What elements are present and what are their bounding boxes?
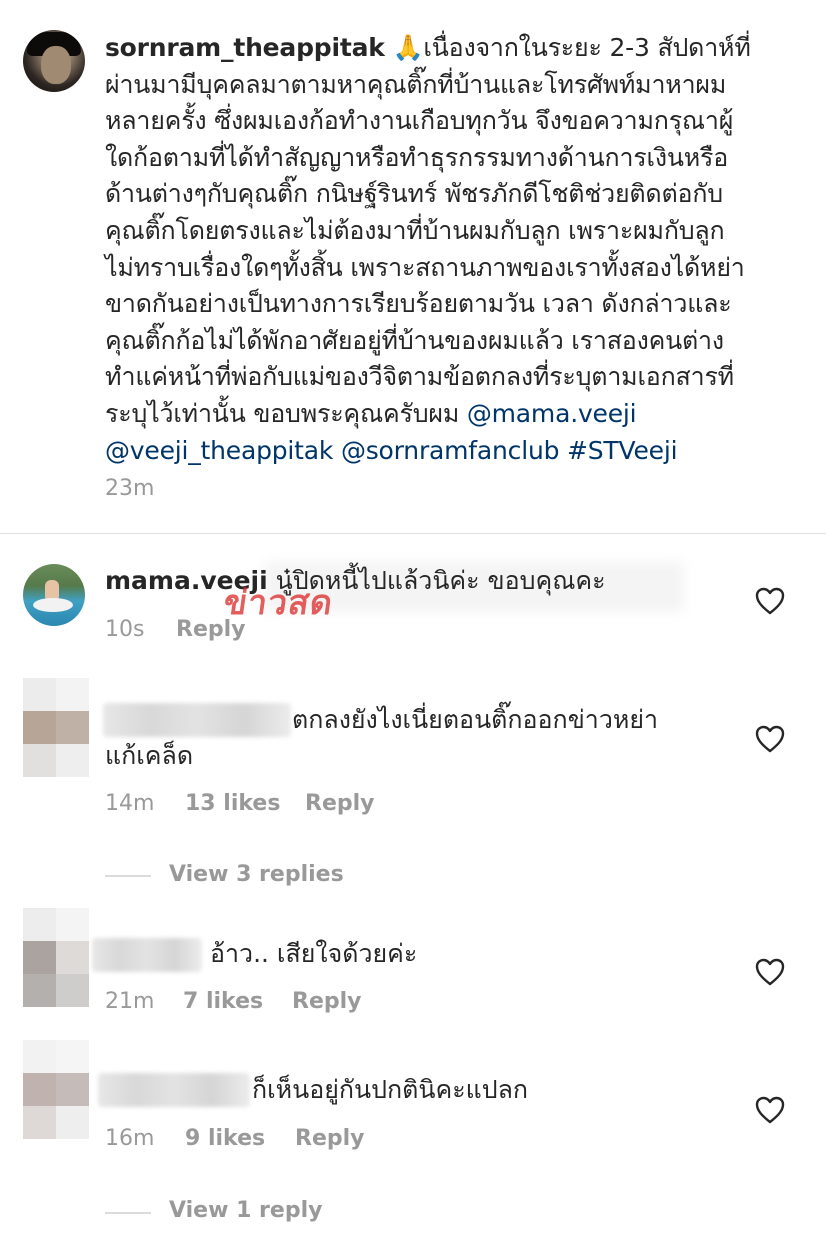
caption-line-8: ขาดกันอย่างเป็นทางการเรียบร้อยตามวัน เวล… — [105, 289, 732, 319]
caption-line-11: ระบุไว้เท่านั้น ขอบพระคุณครับผม — [105, 398, 460, 428]
caption-line-5: ด้านต่างๆกับคุณติ๊ก กนิษฐ์รินทร์ พัชรภัก… — [105, 179, 723, 209]
post-caption: sornram_theappitak 🙏เนื่องจากในระยะ 2-3 … — [105, 30, 805, 469]
comment-2-time: 14m — [105, 791, 155, 816]
caption-line-6: คุณติ๊กโดยตรงและไม่ต้องมาที่บ้านผมกับลูก… — [105, 215, 725, 245]
comment-3-heart-icon[interactable] — [755, 958, 785, 986]
comment-4-time: 16m — [105, 1126, 155, 1151]
avatar-censored-4[interactable] — [23, 1040, 89, 1139]
comment-2-text-line2: แก้เคล็ด — [105, 741, 194, 770]
comment-3-username-censored — [92, 938, 202, 972]
mention-sornramfanclub[interactable]: @sornramfanclub — [341, 436, 560, 465]
comment-3-reply-button[interactable]: Reply — [292, 989, 362, 1014]
caption-line-7: ไม่ทราบเรื่องใดๆทั้งสิ้น เพราะสถานภาพของ… — [105, 252, 745, 282]
comment-2-username-censored — [103, 703, 291, 737]
caption-username[interactable]: sornram_theappitak — [105, 33, 385, 62]
view-replies-line-4 — [105, 1212, 151, 1214]
caption-line-3: หลายครั้ง ซึ่งผมเองก้อทำงานเกือบทุกวัน จ… — [105, 106, 734, 136]
avatar-sornram[interactable] — [23, 30, 85, 92]
comment-1: mama.veeji นู๋ปิดหนี้ไปแล้วนิค่ะ ขอบคุณค… — [105, 563, 606, 599]
avatar-censored-2[interactable] — [23, 678, 89, 777]
comment-1-heart-icon[interactable] — [755, 587, 785, 615]
post-timestamp: 23m — [105, 476, 155, 501]
view-replies-button-4[interactable]: View 1 reply — [169, 1198, 322, 1223]
view-replies-line-2 — [105, 875, 151, 877]
comment-4-text: ก็เห็นอยู่กันปกตินิคะแปลก — [252, 1075, 529, 1104]
caption-line-9: คุณติ๊กก้อไม่ได้พักอาศัยอยู่ที่บ้านของผม… — [105, 325, 724, 355]
caption-line-1: เนื่องจากในระยะ 2-3 สัปดาห์ที่ — [423, 33, 751, 62]
comment-1-time: 10s — [105, 617, 145, 642]
comment-4-heart-icon[interactable] — [755, 1096, 785, 1124]
avatar-face — [41, 46, 71, 84]
mention-veeji-theappitak[interactable]: @veeji_theappitak — [105, 436, 333, 465]
comment-2-heart-icon[interactable] — [755, 725, 785, 753]
comment-2-likes[interactable]: 13 likes — [185, 791, 280, 816]
comment-1-reply-button[interactable]: Reply — [176, 617, 246, 642]
view-replies-button-2[interactable]: View 3 replies — [169, 862, 344, 887]
avatar-censored-3[interactable] — [23, 908, 89, 1007]
comment-3-time: 21m — [105, 989, 155, 1014]
comment-3-text: อ้าว.. เสียใจด้วยค่ะ — [210, 939, 418, 968]
caption-line-2: ผ่านมามีบุคคลมาตามหาคุณติ๊กที่บ้านและโทร… — [105, 69, 727, 99]
mention-mama-veeji[interactable]: @mama.veeji — [467, 399, 637, 428]
hashtag-stveeji[interactable]: #STVeeji — [567, 436, 678, 465]
comment-3-likes[interactable]: 7 likes — [183, 989, 263, 1014]
avatar-pool-float — [33, 598, 73, 612]
caption-line-4: ใดก้อตามที่ได้ทำสัญญาหรือทำธุรกรรมทางด้า… — [105, 142, 729, 172]
comment-2-text-line1: ตกลงยังไงเนี่ยตอนติ๊กออกข่าวหย่า — [292, 705, 659, 734]
comment-2-reply-button[interactable]: Reply — [305, 791, 375, 816]
comment-4-reply-button[interactable]: Reply — [295, 1126, 365, 1151]
pray-emoji-icon: 🙏 — [392, 33, 424, 62]
caption-line-10: ทำแค่หน้าที่พ่อกับแม่ของวีจิตามข้อตกลงที… — [105, 362, 734, 392]
avatar-mama-veeji[interactable] — [23, 564, 85, 626]
comment-4-username-censored — [98, 1073, 250, 1107]
caption-divider — [0, 533, 826, 534]
comment-4-likes[interactable]: 9 likes — [185, 1126, 265, 1151]
